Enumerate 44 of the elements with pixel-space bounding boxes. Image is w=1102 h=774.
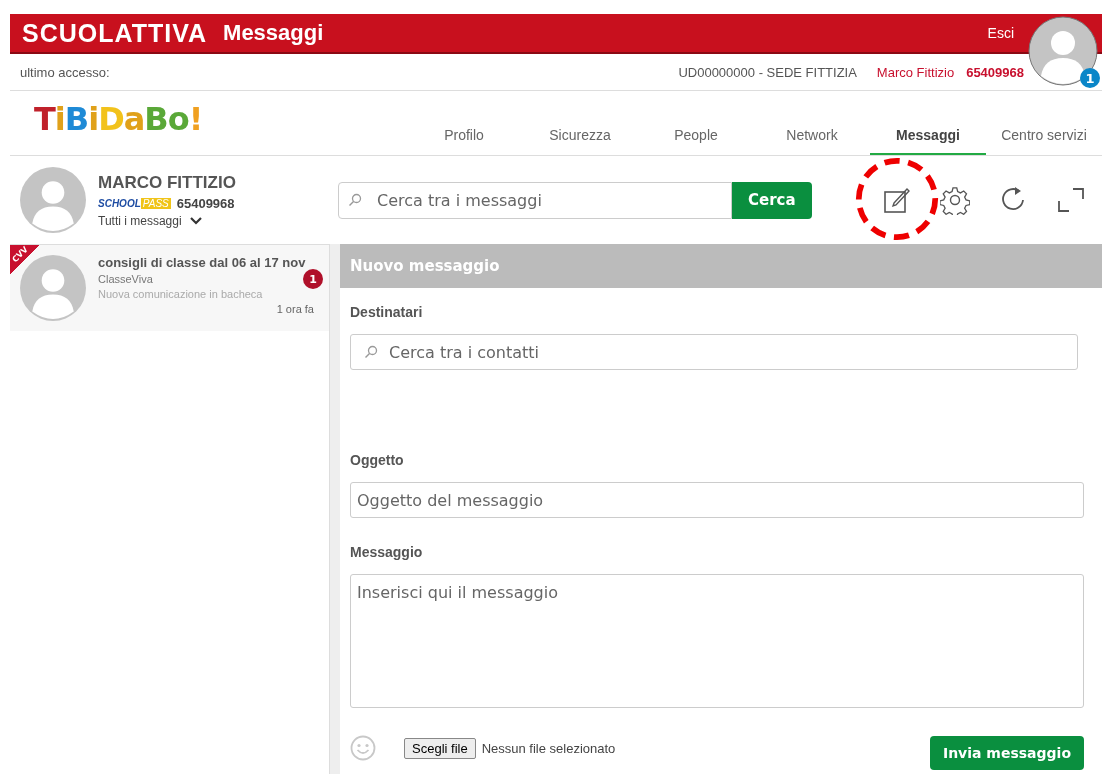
subject-label: Oggetto	[350, 452, 405, 468]
message-time: 1 ora fa	[276, 303, 314, 315]
app-logo: SCUOLATTIVA	[22, 18, 208, 48]
schoolpass-logo: SCHOOL PASS	[98, 197, 171, 209]
expand-icon[interactable]	[1056, 185, 1086, 215]
search-button[interactable]: Cerca	[732, 181, 812, 219]
nav-tab[interactable]: Messaggi	[870, 127, 986, 155]
recipients-field[interactable]: Cerca tra i contatti	[350, 334, 1078, 370]
nav-tab[interactable]: Network	[754, 127, 870, 155]
user-avatar-icon[interactable]	[1028, 16, 1098, 86]
search-field[interactable]: Cerca tra i messaggi	[338, 181, 732, 219]
message-field[interactable]: Inserisci qui il messaggio	[350, 574, 1084, 708]
profile-name: MARCO FITTIZIO	[98, 172, 237, 193]
nav-tab[interactable]: Profilo	[406, 127, 522, 155]
recipients-label: Destinatari	[350, 304, 424, 320]
send-button[interactable]: Invia messaggio	[929, 736, 1084, 770]
user-code: 65409968	[966, 64, 1024, 80]
nav-tab[interactable]: Centro servizi	[986, 127, 1102, 155]
compose-title: Nuovo messaggio	[350, 257, 500, 275]
chevron-down-icon	[189, 216, 202, 225]
message-sender: ClasseViva	[98, 273, 153, 285]
compose-icon[interactable]	[882, 185, 912, 215]
notification-badge: 1	[1080, 68, 1100, 88]
unread-badge: 1	[303, 269, 324, 289]
last-access-text: ultimo accesso:	[20, 64, 110, 80]
page-title: Messaggi	[223, 20, 324, 46]
message-subject: consigli di classe dal 06 al 17 nov	[98, 255, 307, 270]
brand-logo: TiBiDaBo!	[34, 100, 203, 138]
user-name: Marco Fittizio	[876, 64, 955, 80]
subject-field[interactable]: Oggetto del messaggio	[350, 482, 1084, 518]
profile-code: 65409968	[176, 195, 235, 211]
nav-tab[interactable]: People	[638, 127, 754, 155]
message-filter-dropdown[interactable]: Tutti i messaggi	[98, 213, 328, 228]
nav-tab[interactable]: Sicurezza	[522, 127, 638, 155]
choose-file-button[interactable]: Scegli file	[404, 737, 476, 759]
search-icon	[364, 345, 378, 359]
message-preview: Nuova comunicazione in bacheca	[98, 288, 263, 300]
file-status: Nessun file selezionato	[481, 740, 616, 756]
settings-icon[interactable]	[940, 185, 970, 215]
search-icon	[348, 192, 362, 207]
school-name: UD00000000 - SEDE FITTIZIA	[678, 64, 857, 80]
message-label: Messaggio	[350, 544, 424, 560]
profile-avatar-icon	[20, 167, 86, 233]
logout-link[interactable]: Esci	[987, 25, 1014, 41]
